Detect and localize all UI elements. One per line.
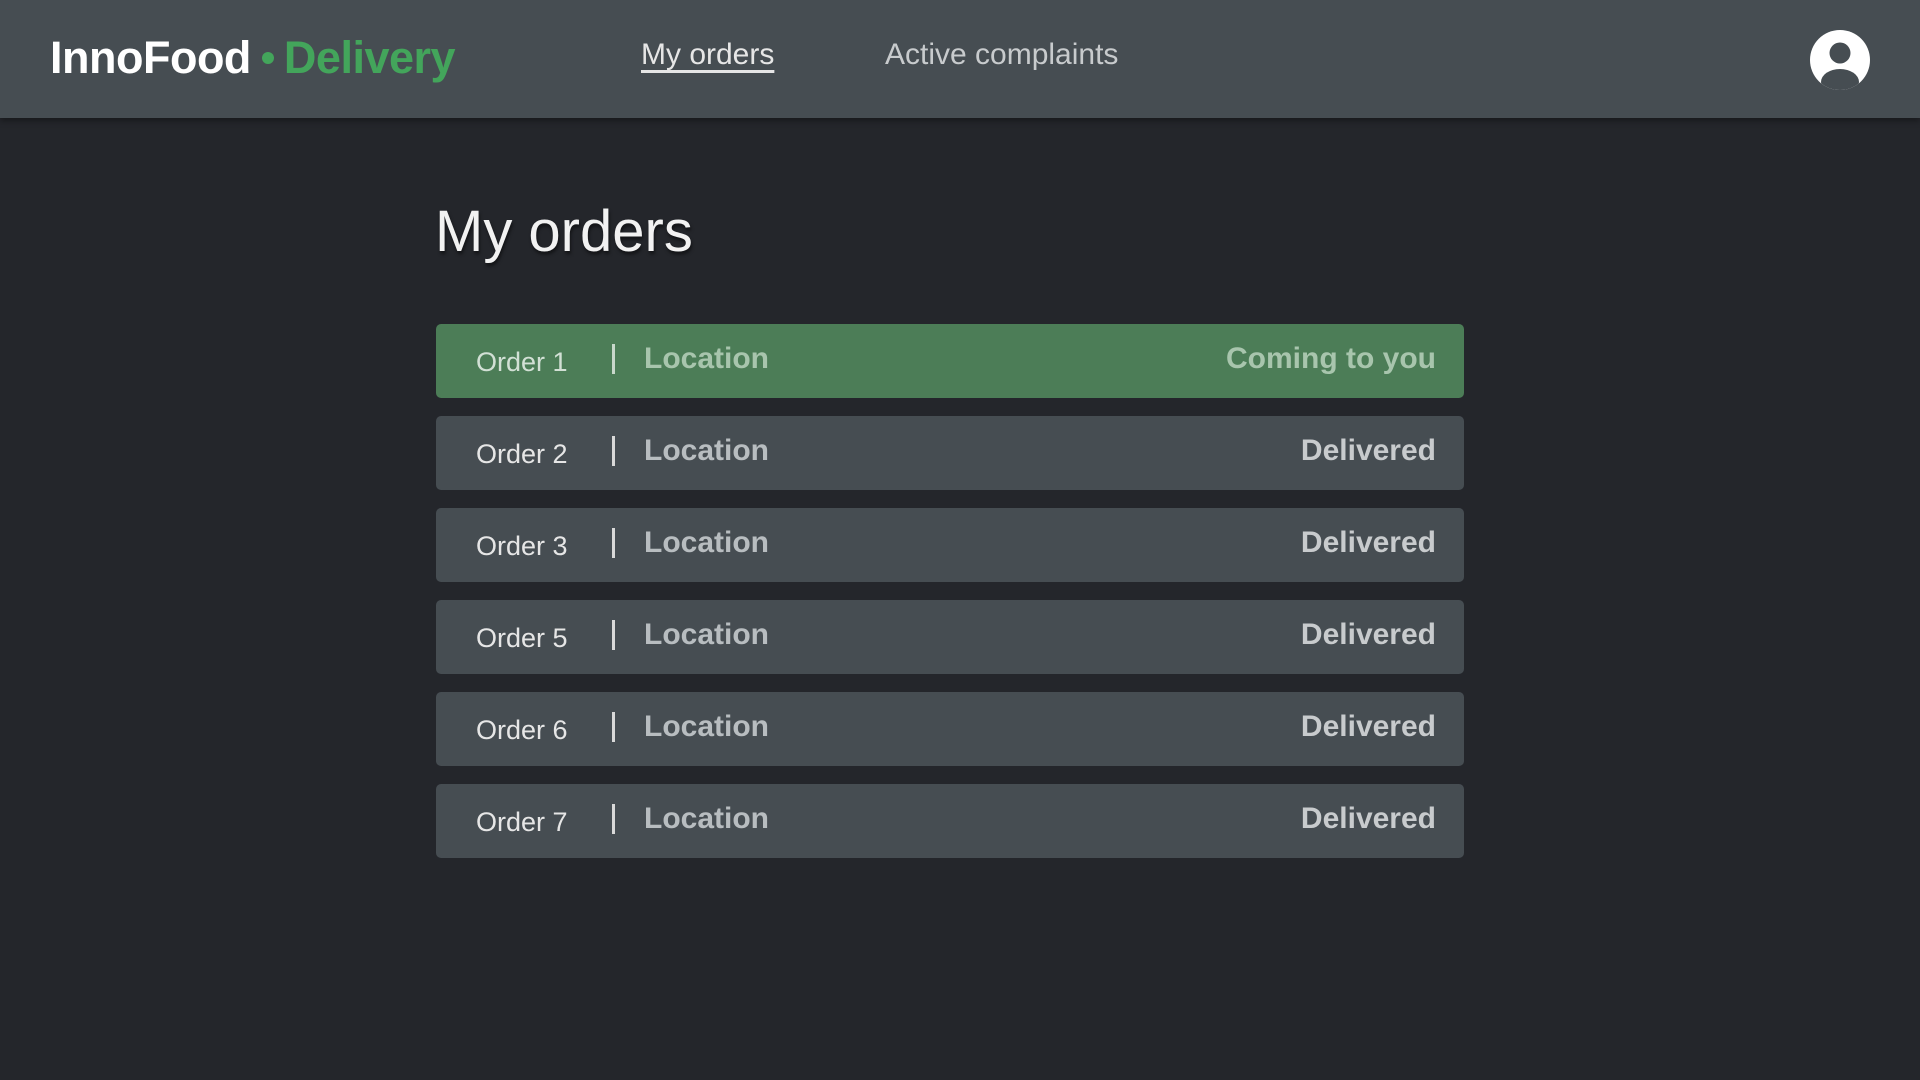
order-status: Delivered bbox=[1300, 710, 1436, 743]
nav-link-active-complaints[interactable]: Active complaints bbox=[885, 38, 1118, 72]
order-name: Order 7 bbox=[476, 807, 568, 837]
order-status: Coming to you bbox=[1226, 342, 1436, 375]
order-name: Order 6 bbox=[476, 715, 568, 745]
order-status: Delivered bbox=[1300, 618, 1436, 651]
user-circle-icon bbox=[1810, 30, 1870, 90]
order-divider bbox=[612, 436, 615, 466]
user-avatar-button[interactable] bbox=[1810, 30, 1870, 90]
order-row[interactable]: Order 2 Location Delivered bbox=[436, 416, 1464, 490]
order-status: Delivered bbox=[1300, 802, 1436, 835]
order-location: Location bbox=[644, 434, 769, 467]
order-location: Location bbox=[644, 618, 769, 651]
page-title: My orders bbox=[435, 199, 693, 264]
order-name: Order 3 bbox=[476, 531, 568, 561]
brand-name: InnoFood bbox=[50, 32, 251, 83]
order-row[interactable]: Order 7 Location Delivered bbox=[436, 784, 1464, 858]
order-location: Location bbox=[644, 710, 769, 743]
order-name: Order 5 bbox=[476, 623, 568, 653]
order-location: Location bbox=[644, 802, 769, 835]
order-location: Location bbox=[644, 526, 769, 559]
order-row[interactable]: Order 3 Location Delivered bbox=[436, 508, 1464, 582]
order-divider bbox=[612, 620, 615, 650]
order-status: Delivered bbox=[1300, 434, 1436, 467]
order-row[interactable]: Order 1 Location Coming to you bbox=[436, 324, 1464, 398]
order-name: Order 2 bbox=[476, 439, 568, 469]
nav-link-my-orders[interactable]: My orders bbox=[641, 38, 774, 72]
order-location: Location bbox=[644, 342, 769, 375]
order-row[interactable]: Order 5 Location Delivered bbox=[436, 600, 1464, 674]
brand-subtitle: Delivery bbox=[283, 32, 456, 83]
order-status: Delivered bbox=[1300, 526, 1436, 559]
order-row[interactable]: Order 6 Location Delivered bbox=[436, 692, 1464, 766]
brand-logo[interactable]: InnoFood Delivery bbox=[50, 28, 456, 88]
order-name: Order 1 bbox=[476, 347, 568, 377]
order-divider bbox=[612, 528, 615, 558]
orders-list: Order 1 Location Coming to you Order 2 Locat… bbox=[436, 324, 1464, 876]
order-divider bbox=[612, 344, 615, 374]
top-navbar: InnoFood Delivery My orders Active compl… bbox=[0, 0, 1920, 118]
order-divider bbox=[612, 804, 615, 834]
brand-dot bbox=[261, 52, 274, 64]
order-divider bbox=[612, 712, 615, 742]
